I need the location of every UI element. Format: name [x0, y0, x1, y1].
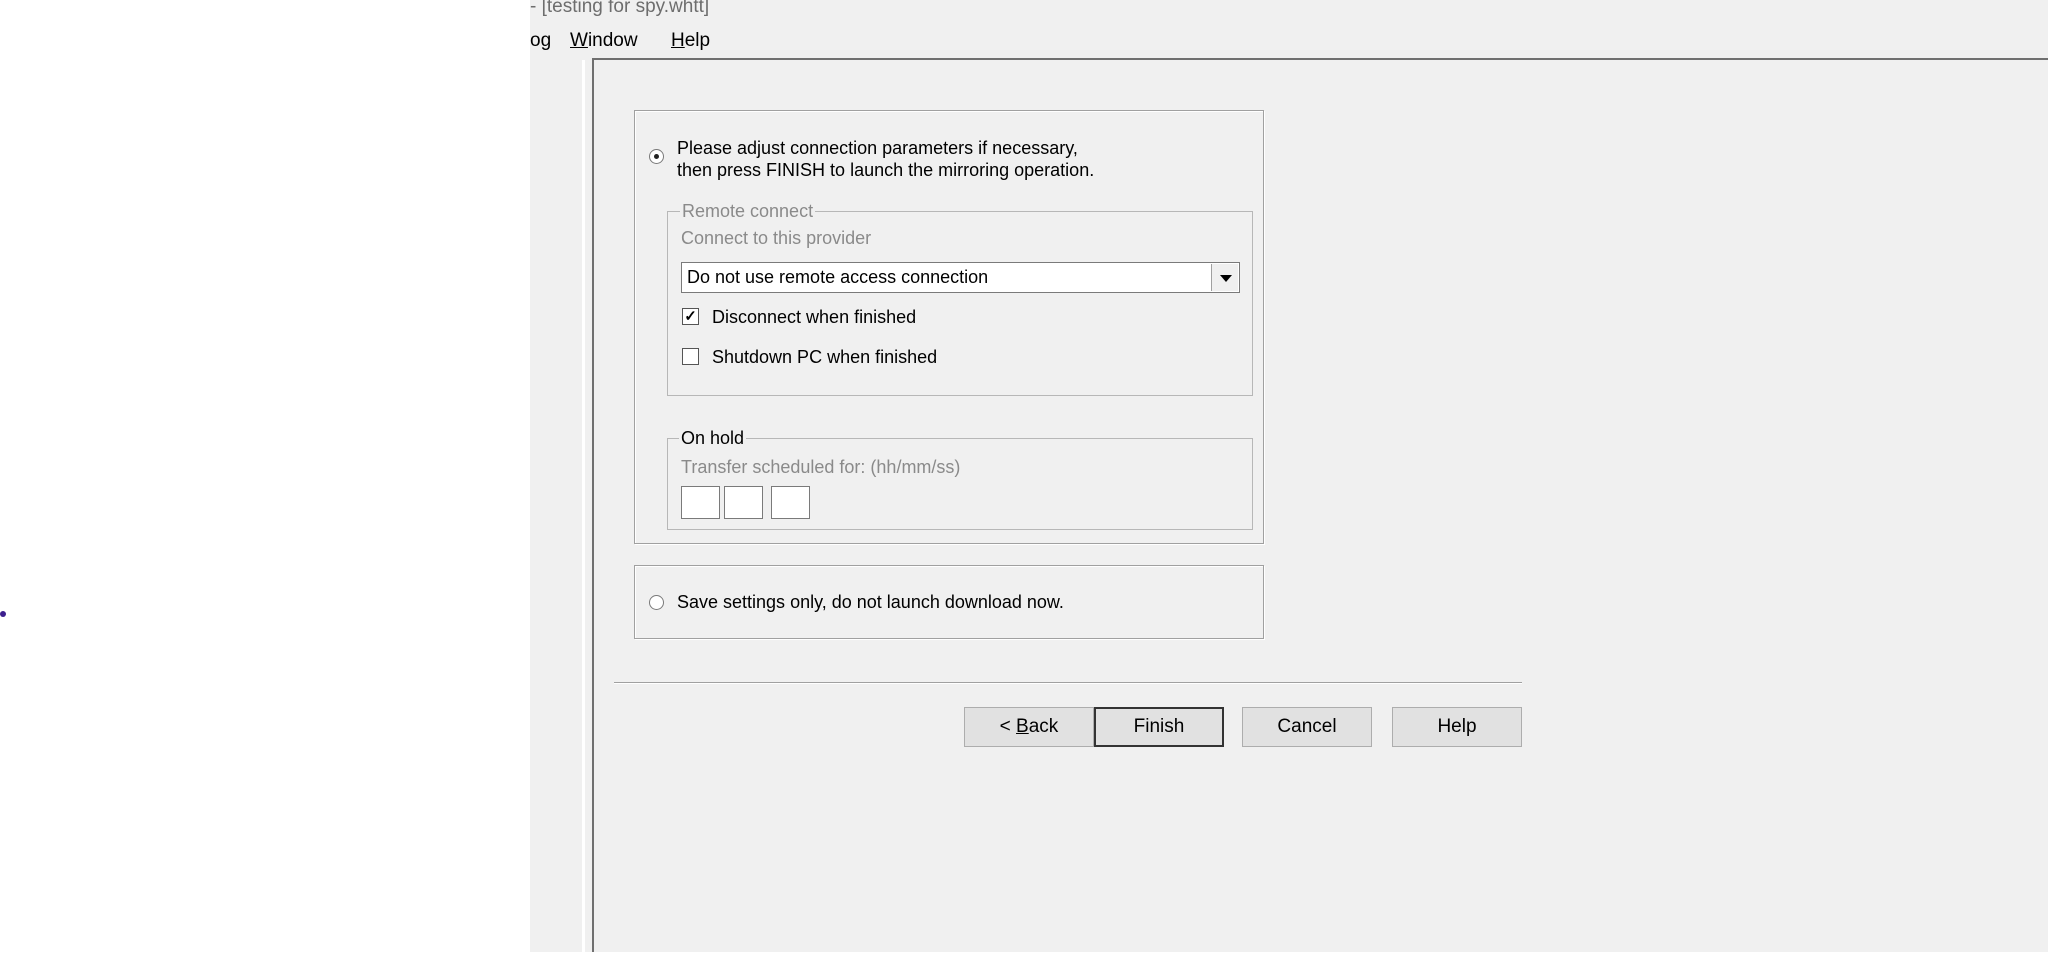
schedule-minutes-input[interactable]: [724, 486, 763, 519]
save-option-radio[interactable]: [649, 595, 664, 610]
cursor-dot: [0, 611, 6, 617]
provider-label: Connect to this provider: [681, 228, 872, 248]
title-bar: [530, 0, 2048, 24]
shutdown-label[interactable]: Shutdown PC when finished: [712, 347, 937, 368]
back-button-accel: B: [1016, 716, 1029, 737]
disconnect-checkbox[interactable]: ✓: [682, 308, 699, 325]
schedule-seconds-input[interactable]: [771, 486, 810, 519]
disconnect-label[interactable]: Disconnect when finished: [712, 307, 916, 328]
schedule-label: Transfer scheduled for: (hh/mm/ss): [681, 457, 961, 477]
shutdown-checkbox[interactable]: [682, 348, 699, 365]
launch-option-line1: Please adjust connection parameters if n…: [677, 138, 1078, 158]
help-button[interactable]: Help: [1392, 707, 1522, 747]
cancel-button[interactable]: Cancel: [1242, 707, 1372, 747]
provider-dropdown-value: Do not use remote access connection: [687, 267, 989, 287]
menu-item-window-accel: W: [570, 30, 588, 51]
chevron-down-icon[interactable]: [1211, 264, 1238, 291]
back-button[interactable]: < Back: [964, 707, 1094, 747]
menu-item-help-label: elp: [684, 30, 711, 51]
frame-top-edge: [592, 58, 2048, 60]
menu-item-help[interactable]: Help: [671, 30, 710, 52]
left-gutter: [530, 60, 582, 954]
menu-item-log-label: og: [530, 30, 552, 51]
menu-bar: [530, 24, 2048, 60]
button-separator: [614, 682, 1522, 684]
launch-option-label[interactable]: Please adjust connection parameters if n…: [677, 137, 1094, 181]
window-title: - [testing for spy.whtt]: [530, 0, 710, 17]
menu-item-log[interactable]: og: [530, 30, 551, 52]
menu-item-window[interactable]: Window: [570, 30, 638, 52]
finish-button[interactable]: Finish: [1094, 707, 1224, 747]
launch-option-radio[interactable]: [649, 149, 664, 164]
radio-selected-dot: [654, 154, 659, 159]
schedule-hours-input[interactable]: [681, 486, 720, 519]
frame-left-edge: [592, 60, 594, 954]
menu-item-window-label: indow: [587, 30, 638, 51]
back-button-prefix: <: [999, 716, 1017, 737]
on-hold-legend: On hold: [679, 428, 747, 449]
remote-connect-legend: Remote connect: [680, 201, 816, 222]
menu-item-help-accel: H: [671, 30, 685, 51]
back-button-label: ack: [1028, 716, 1059, 737]
launch-option-line2: then press FINISH to launch the mirrorin…: [677, 160, 1095, 180]
provider-dropdown[interactable]: Do not use remote access connection: [681, 262, 1240, 293]
save-option-label[interactable]: Save settings only, do not launch downlo…: [677, 592, 1064, 613]
checkmark-icon: ✓: [684, 308, 697, 325]
